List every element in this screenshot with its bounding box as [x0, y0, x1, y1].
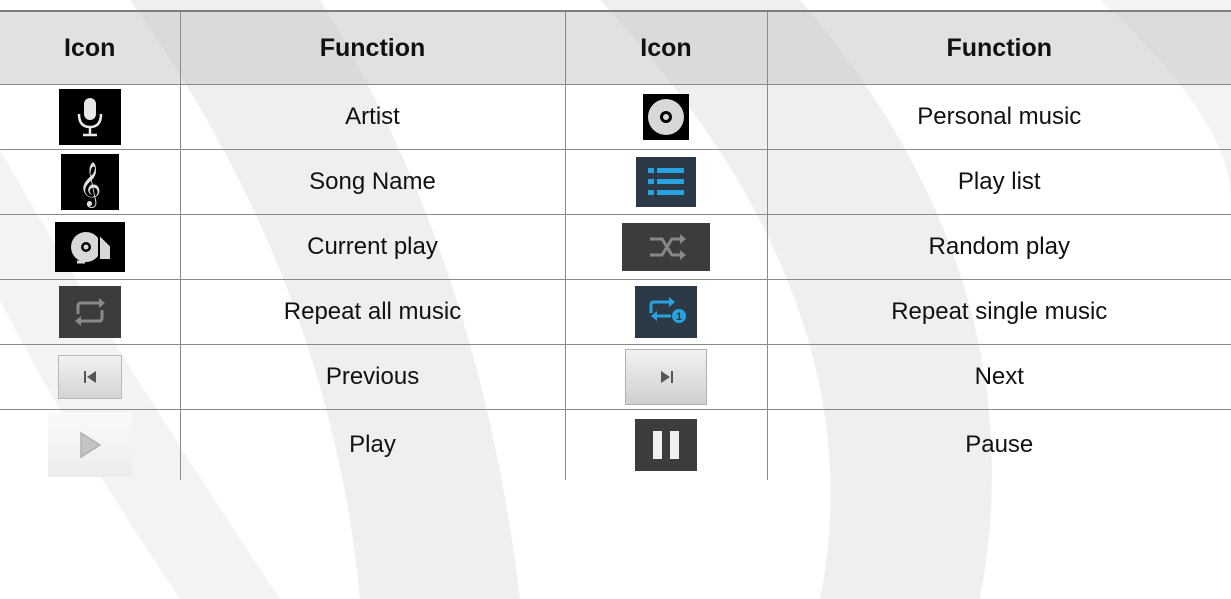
icon-cell [0, 214, 181, 280]
icon-cell [564, 344, 768, 410]
function-label: Song Name [179, 149, 566, 215]
icon-cell [0, 84, 181, 150]
treble-clef-icon: 𝄞 [60, 154, 119, 210]
icon-function-table: Icon Function Icon Function Artist Perso… [0, 10, 1231, 480]
table-row: 𝄞 Song Name Play list [0, 149, 1231, 215]
icon-cell [564, 149, 768, 215]
icon-cell [564, 214, 768, 280]
next-icon [625, 349, 707, 405]
header-function: Function [766, 10, 1231, 85]
pause-icon [635, 419, 697, 471]
function-label: Previous [179, 344, 566, 410]
function-label: Repeat single music [766, 279, 1231, 345]
icon-cell: 1 [564, 279, 768, 345]
icon-cell [564, 409, 768, 480]
header-icon: Icon [564, 10, 768, 85]
icon-cell [0, 344, 181, 410]
table-row: Play Pause [0, 409, 1231, 480]
table-header-row: Icon Function Icon Function [0, 10, 1231, 85]
function-label: Random play [766, 214, 1231, 280]
table-row: Repeat all music 1 Repeat single music [0, 279, 1231, 345]
icon-cell [564, 84, 768, 150]
svg-text:1: 1 [676, 311, 682, 323]
function-label: Pause [766, 409, 1231, 480]
current-play-icon [54, 222, 125, 272]
previous-icon [57, 355, 122, 399]
microphone-icon [58, 89, 121, 145]
repeat-single-icon: 1 [635, 286, 697, 338]
function-label: Current play [179, 214, 566, 280]
function-label: Next [766, 344, 1231, 410]
function-label: Play [179, 409, 566, 480]
shuffle-icon [622, 223, 710, 271]
header-function: Function [179, 10, 566, 85]
function-label: Artist [179, 84, 566, 150]
icon-cell [0, 279, 181, 345]
table-row: Current play Random play [0, 214, 1231, 280]
cd-disc-icon [643, 94, 689, 140]
play-icon [47, 413, 132, 477]
icon-cell [0, 409, 181, 480]
function-label: Repeat all music [179, 279, 566, 345]
icon-cell: 𝄞 [0, 149, 181, 215]
svg-text:𝄞: 𝄞 [79, 162, 101, 208]
table-row: Previous Next [0, 344, 1231, 410]
function-label: Personal music [766, 84, 1231, 150]
header-icon: Icon [0, 10, 181, 85]
table-row: Artist Personal music [0, 84, 1231, 150]
function-label: Play list [766, 149, 1231, 215]
playlist-icon [636, 157, 696, 207]
repeat-all-icon [58, 286, 121, 338]
